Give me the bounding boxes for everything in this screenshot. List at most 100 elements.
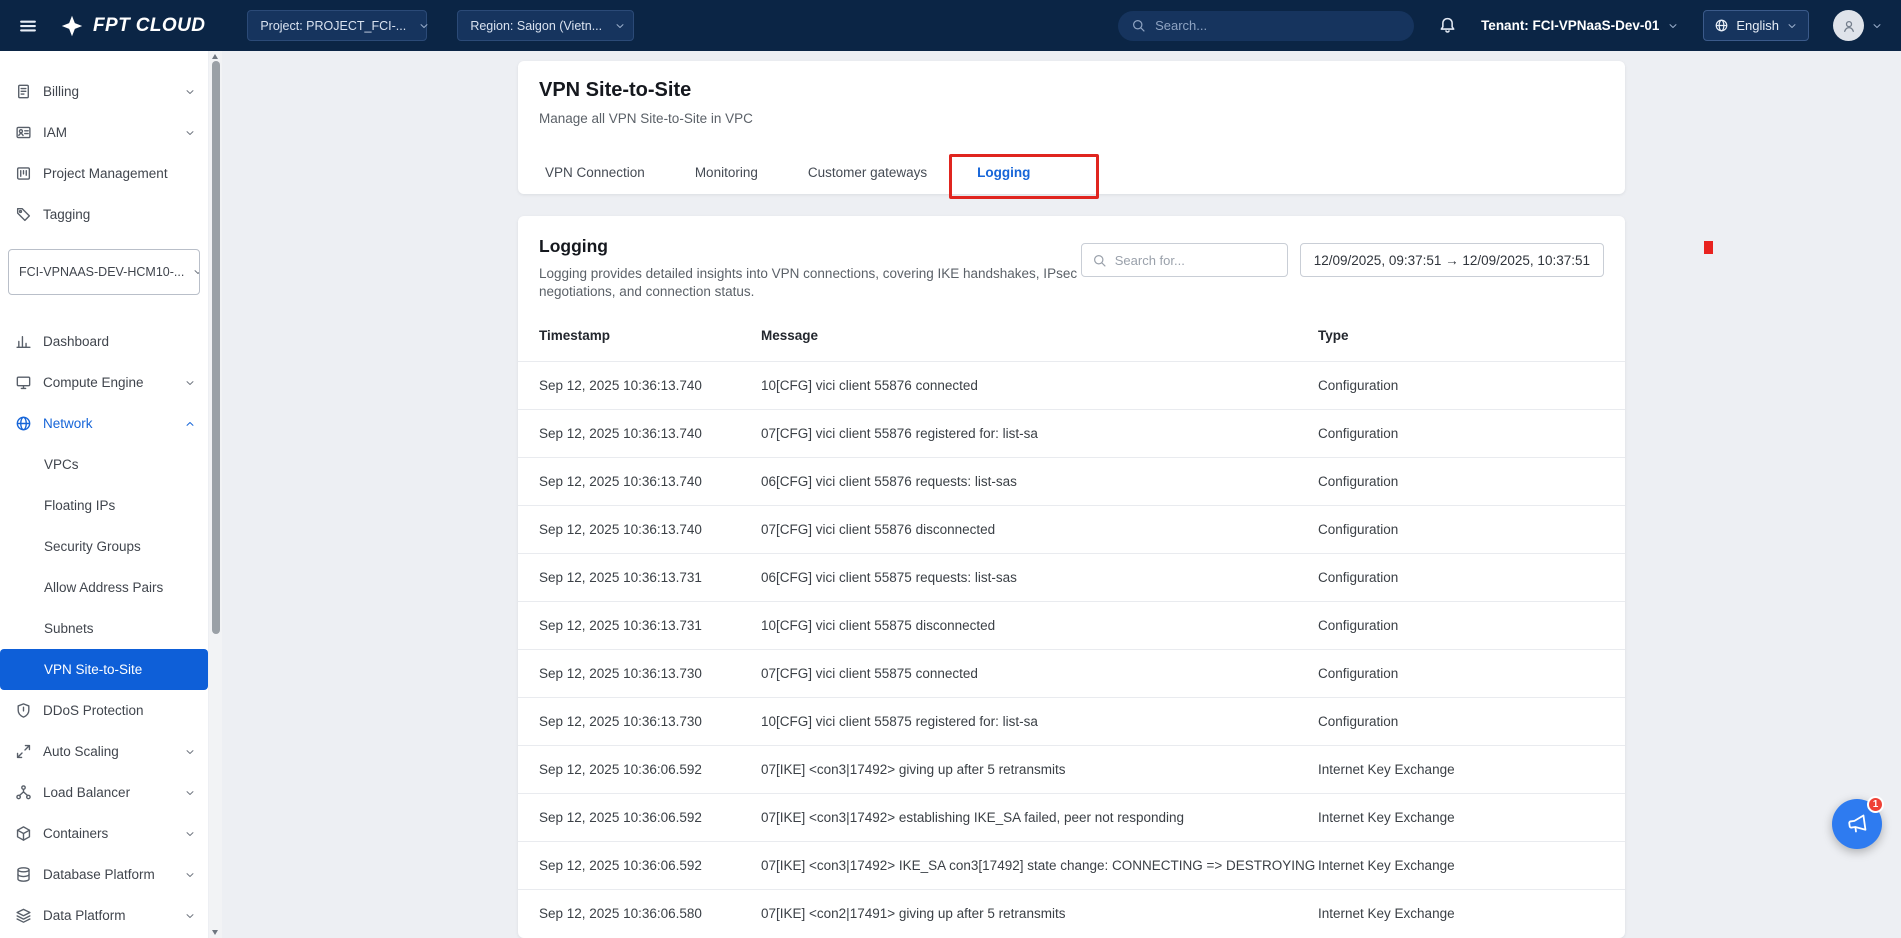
scroll-down-arrow-icon[interactable] xyxy=(212,930,218,935)
log-timestamp: Sep 12, 2025 10:36:06.592 xyxy=(518,841,761,889)
log-message: 06[CFG] vici client 55875 requests: list… xyxy=(761,553,1318,601)
log-message: 10[CFG] vici client 55875 registered for… xyxy=(761,697,1318,745)
sidebar-item-project-management[interactable]: Project Management xyxy=(0,153,208,194)
billing-icon xyxy=(15,83,32,100)
tab-logging[interactable]: Logging xyxy=(952,150,1055,194)
sidebar-item-floating-ips[interactable]: Floating IPs xyxy=(0,485,208,526)
tenant-selector[interactable]: Tenant: FCI-VPNaaS-Dev-01 xyxy=(1481,18,1679,33)
log-message: 07[IKE] <con3|17492> establishing IKE_SA… xyxy=(761,793,1318,841)
account-menu[interactable] xyxy=(1833,10,1883,41)
sidebar-item-vpn-site-to-site[interactable]: VPN Site-to-Site xyxy=(0,649,208,690)
date-range-picker[interactable]: 12/09/2025, 09:37:51 → 12/09/2025, 10:37… xyxy=(1300,243,1604,277)
page-subtitle: Manage all VPN Site-to-Site in VPC xyxy=(539,111,1604,126)
tab-vpn-connection[interactable]: VPN Connection xyxy=(539,150,670,194)
sidebar-item-billing[interactable]: Billing xyxy=(0,71,208,112)
language-label: English xyxy=(1736,18,1779,33)
log-type: Internet Key Exchange xyxy=(1318,745,1625,793)
sidebar-item-ddos-protection[interactable]: DDoS Protection xyxy=(0,690,208,731)
log-row: Sep 12, 2025 10:36:13.73010[CFG] vici cl… xyxy=(518,697,1625,745)
network-icon xyxy=(15,415,32,432)
sidebar-item-label: Auto Scaling xyxy=(43,744,184,759)
sidebar-item-label: Data Platform xyxy=(43,908,184,923)
log-type: Configuration xyxy=(1318,697,1625,745)
scrollbar-thumb[interactable] xyxy=(212,61,220,634)
sidebar-item-label: Network xyxy=(43,416,184,431)
log-type: Configuration xyxy=(1318,649,1625,697)
loadbalancer-icon xyxy=(15,784,32,801)
sidebar-item-label: VPN Site-to-Site xyxy=(44,662,196,677)
project-selector[interactable]: Project: PROJECT_FCI-... xyxy=(247,10,427,41)
log-message: 07[IKE] <con3|17492> giving up after 5 r… xyxy=(761,745,1318,793)
log-message: 07[IKE] <con2|17491> giving up after 5 r… xyxy=(761,889,1318,937)
logging-search[interactable] xyxy=(1081,243,1288,277)
sidebar-item-label: IAM xyxy=(43,125,184,140)
sidebar-scrollbar[interactable] xyxy=(209,51,222,938)
sidebar-item-database-platform[interactable]: Database Platform xyxy=(0,854,208,895)
sidebar-item-iam[interactable]: IAM xyxy=(0,112,208,153)
region-selector-label: Region: Saigon (Vietn... xyxy=(470,19,602,33)
log-type: Internet Key Exchange xyxy=(1318,889,1625,937)
sidebar-item-network[interactable]: Network xyxy=(0,403,208,444)
logging-table-body: Sep 12, 2025 10:36:13.74010[CFG] vici cl… xyxy=(518,361,1625,937)
log-message: 10[CFG] vici client 55875 disconnected xyxy=(761,601,1318,649)
sidebar-item-label: Database Platform xyxy=(43,867,184,882)
chevron-down-icon xyxy=(184,127,196,139)
sidebar-item-data-platform[interactable]: Data Platform xyxy=(0,895,208,936)
log-timestamp: Sep 12, 2025 10:36:13.731 xyxy=(518,553,761,601)
sidebar-item-load-balancer[interactable]: Load Balancer xyxy=(0,772,208,813)
tab-customer-gateways[interactable]: Customer gateways xyxy=(783,150,952,194)
sidebar-item-label: Compute Engine xyxy=(43,375,184,390)
chat-fab-button[interactable]: 1 xyxy=(1832,799,1882,849)
notifications-button[interactable] xyxy=(1438,16,1457,35)
sidebar-item-vpcs[interactable]: VPCs xyxy=(0,444,208,485)
scroll-up-arrow-icon[interactable] xyxy=(212,54,218,59)
sidebar-item-compute-engine[interactable]: Compute Engine xyxy=(0,362,208,403)
sidebar-vpc-select[interactable]: FCI-VPNAAS-DEV-HCM10-... xyxy=(8,249,200,295)
layers-icon xyxy=(15,907,32,924)
global-search-input[interactable] xyxy=(1155,18,1401,33)
tab-monitoring[interactable]: Monitoring xyxy=(670,150,783,194)
logging-search-input[interactable] xyxy=(1115,253,1277,268)
sidebar-item-dashboard[interactable]: Dashboard xyxy=(0,321,208,362)
sidebar-item-label: Floating IPs xyxy=(44,498,196,513)
compute-icon xyxy=(15,374,32,391)
region-selector[interactable]: Region: Saigon (Vietn... xyxy=(457,10,634,41)
sidebar-item-label: Tagging xyxy=(43,207,196,222)
autoscale-icon xyxy=(15,743,32,760)
sidebar-item-tagging[interactable]: Tagging xyxy=(0,194,208,235)
sidebar-item-containers[interactable]: Containers xyxy=(0,813,208,854)
sidebar-item-subnets[interactable]: Subnets xyxy=(0,608,208,649)
sidebar-item-auto-scaling[interactable]: Auto Scaling xyxy=(0,731,208,772)
log-row: Sep 12, 2025 10:36:13.73106[CFG] vici cl… xyxy=(518,553,1625,601)
log-row: Sep 12, 2025 10:36:06.59207[IKE] <con3|1… xyxy=(518,793,1625,841)
chevron-down-icon xyxy=(1871,20,1883,32)
language-selector[interactable]: English xyxy=(1703,10,1809,41)
tag-icon xyxy=(15,206,32,223)
log-type: Configuration xyxy=(1318,601,1625,649)
chevron-up-icon xyxy=(184,418,196,430)
tenant-label: Tenant: FCI-VPNaaS-Dev-01 xyxy=(1481,18,1659,33)
page-header-card: VPN Site-to-Site Manage all VPN Site-to-… xyxy=(518,61,1625,194)
log-timestamp: Sep 12, 2025 10:36:13.730 xyxy=(518,697,761,745)
sidebar-item-label: Allow Address Pairs xyxy=(44,580,196,595)
sidebar-item-label: Subnets xyxy=(44,621,196,636)
logging-heading: Logging xyxy=(539,236,1081,257)
global-search[interactable] xyxy=(1118,11,1414,41)
log-message: 07[CFG] vici client 55875 connected xyxy=(761,649,1318,697)
log-message: 10[CFG] vici client 55876 connected xyxy=(761,361,1318,409)
log-row: Sep 12, 2025 10:36:13.74007[CFG] vici cl… xyxy=(518,505,1625,553)
sidebar-item-label: Dashboard xyxy=(43,334,196,349)
topbar: FPT CLOUD Project: PROJECT_FCI-... Regio… xyxy=(0,0,1901,51)
chevron-down-icon xyxy=(184,787,196,799)
sidebar-item-security-groups[interactable]: Security Groups xyxy=(0,526,208,567)
log-row: Sep 12, 2025 10:36:06.59207[IKE] <con3|1… xyxy=(518,841,1625,889)
log-timestamp: Sep 12, 2025 10:36:06.580 xyxy=(518,889,761,937)
log-row: Sep 12, 2025 10:36:13.73007[CFG] vici cl… xyxy=(518,649,1625,697)
table-header-row: Timestamp Message Type xyxy=(518,309,1625,361)
chevron-down-icon xyxy=(184,910,196,922)
log-message: 07[IKE] <con3|17492> IKE_SA con3[17492] … xyxy=(761,841,1318,889)
log-timestamp: Sep 12, 2025 10:36:06.592 xyxy=(518,793,761,841)
menu-button[interactable] xyxy=(18,16,38,36)
logo[interactable]: FPT CLOUD xyxy=(60,14,205,38)
sidebar-item-allow-address-pairs[interactable]: Allow Address Pairs xyxy=(0,567,208,608)
